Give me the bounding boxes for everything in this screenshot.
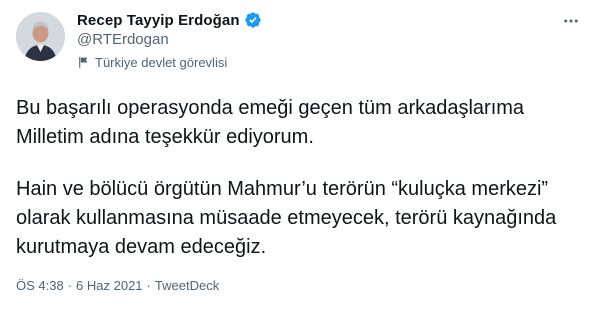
- tweet-time[interactable]: ÖS 4:38: [16, 278, 64, 293]
- name-row: Recep Tayyip Erdoğan: [77, 10, 262, 30]
- more-button[interactable]: [560, 10, 582, 32]
- meta-separator: ·: [146, 278, 151, 293]
- display-name[interactable]: Recep Tayyip Erdoğan: [77, 12, 240, 29]
- user-handle[interactable]: @RTErdogan: [77, 31, 169, 48]
- flag-icon: [77, 56, 90, 69]
- verified-badge-icon: [244, 11, 262, 29]
- avatar-portrait-icon: [16, 12, 65, 61]
- more-icon: [564, 19, 578, 23]
- tweet-meta: ÖS 4:38 · 6 Haz 2021 · TweetDeck: [16, 278, 219, 293]
- tweet-text: Bu başarılı operasyonda emeği geçen tüm …: [16, 94, 581, 262]
- tweet-card: Recep Tayyip Erdoğan @RTErdogan Türkiye …: [0, 0, 596, 314]
- tweet-source[interactable]: TweetDeck: [155, 278, 219, 293]
- account-label-text: Türkiye devlet görevlisi: [95, 54, 228, 70]
- avatar[interactable]: [16, 12, 65, 61]
- account-label[interactable]: Türkiye devlet görevlisi: [77, 53, 227, 71]
- tweet-paragraph: Bu başarılı operasyonda emeği geçen tüm …: [16, 97, 525, 148]
- tweet-paragraph: Hain ve bölücü örgütün Mahmur’u terörün …: [16, 178, 557, 258]
- tweet-date[interactable]: 6 Haz 2021: [76, 278, 143, 293]
- meta-separator: ·: [67, 278, 73, 293]
